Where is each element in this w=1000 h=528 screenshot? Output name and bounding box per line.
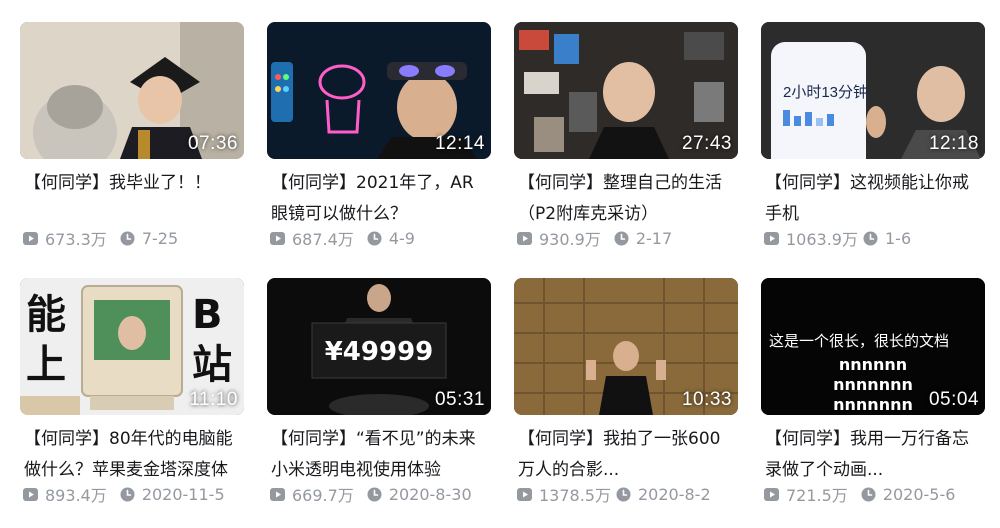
clock-icon bbox=[614, 231, 629, 245]
video-title[interactable]: 【何同学】我毕业了！！ bbox=[24, 168, 238, 199]
view-count: 673.3万 bbox=[45, 230, 107, 249]
video-title[interactable]: 【何同学】“看不见”的未来小米透明电视使用体验 bbox=[271, 424, 485, 486]
video-thumbnail[interactable]: 2小时13分钟 12:18 bbox=[761, 22, 985, 159]
duration-label: 07:36 bbox=[187, 133, 238, 154]
thumb-doc-text: 这是一个很长，很长的文档 bbox=[769, 332, 949, 350]
video-thumbnail[interactable]: 07:36 bbox=[20, 22, 244, 159]
duration-label: 05:31 bbox=[434, 389, 485, 410]
video-title[interactable]: 【何同学】这视频能让你戒手机 bbox=[765, 168, 979, 230]
video-thumbnail[interactable]: ¥49999 05:31 bbox=[267, 278, 491, 415]
clock-icon bbox=[367, 487, 382, 501]
publish-date: 7-25 bbox=[141, 228, 179, 248]
video-grid: 07:36 【何同学】我毕业了！！ 673.3万 7-25 12:14 【何同学… bbox=[0, 0, 1000, 521]
video-thumbnail[interactable]: 27:43 bbox=[514, 22, 738, 159]
clock-icon bbox=[367, 231, 382, 245]
video-meta: 669.7万 2020-8-30 bbox=[269, 482, 472, 506]
video-card[interactable]: 这是一个很长，很长的文档 nnnnnn nnnnnnn nnnnnnn 05:0… bbox=[761, 278, 985, 528]
thumb-big-char: 上 bbox=[26, 342, 66, 388]
video-meta: 687.4万 4-9 bbox=[269, 226, 415, 250]
duration-label: 12:18 bbox=[928, 133, 979, 154]
duration-label: 27:43 bbox=[681, 133, 732, 154]
video-card[interactable]: 12:14 【何同学】2021年了，AR眼镜可以做什么？ 687.4万 4-9 bbox=[267, 22, 491, 272]
video-meta: 930.9万 2-17 bbox=[516, 226, 672, 250]
view-count: 893.4万 bbox=[45, 486, 107, 505]
publish-date: 2020-11-5 bbox=[141, 484, 225, 504]
video-card[interactable]: 27:43 【何同学】整理自己的生活（P2附库克采访） 930.9万 2-17 bbox=[514, 22, 738, 272]
video-thumbnail[interactable]: 10:33 bbox=[514, 278, 738, 415]
view-count: 1063.9万 bbox=[786, 230, 858, 249]
thumb-price-text: ¥49999 bbox=[325, 337, 434, 367]
video-card[interactable]: 2小时13分钟 12:18 【何同学】这视频能让你戒手机 1063.9万 1-6 bbox=[761, 22, 985, 272]
play-count-icon bbox=[270, 231, 285, 245]
video-meta: 1378.5万 2020-8-2 bbox=[516, 482, 711, 506]
video-meta: 721.5万 2020-5-6 bbox=[763, 482, 955, 506]
view-count: 930.9万 bbox=[539, 230, 601, 249]
thumb-big-char: 站 bbox=[192, 342, 232, 388]
video-thumbnail[interactable]: 12:14 bbox=[267, 22, 491, 159]
video-title[interactable]: 【何同学】我用一万行备忘录做了个动画... bbox=[765, 424, 979, 486]
play-count-icon bbox=[23, 231, 38, 245]
video-title[interactable]: 【何同学】80年代的电脑能做什么？苹果麦金塔深度体验 bbox=[24, 424, 238, 486]
clock-icon bbox=[861, 487, 876, 501]
thumb-doc-text: nnnnnnn bbox=[833, 395, 913, 414]
video-card[interactable]: ¥49999 05:31 【何同学】“看不见”的未来小米透明电视使用体验 669… bbox=[267, 278, 491, 528]
play-count-icon bbox=[764, 487, 779, 501]
duration-label: 12:14 bbox=[434, 133, 485, 154]
screen-time-text: 2小时13分钟 bbox=[783, 84, 868, 101]
publish-date: 1-6 bbox=[885, 228, 912, 248]
clock-icon bbox=[616, 487, 631, 501]
play-count-icon bbox=[764, 231, 779, 245]
video-meta: 893.4万 2020-11-5 bbox=[22, 482, 225, 506]
play-count-icon bbox=[517, 487, 532, 501]
thumb-doc-text: nnnnnnn bbox=[833, 375, 913, 394]
clock-icon bbox=[120, 231, 135, 245]
publish-date: 2020-8-2 bbox=[638, 484, 711, 504]
video-thumbnail[interactable]: 能 上 B 站 11:10 bbox=[20, 278, 244, 415]
publish-date: 2020-8-30 bbox=[388, 484, 472, 504]
publish-date: 2020-5-6 bbox=[882, 484, 956, 504]
video-card[interactable]: 10:33 【何同学】我拍了一张600万人的合影... 1378.5万 2020… bbox=[514, 278, 738, 528]
view-count: 669.7万 bbox=[292, 486, 354, 505]
thumb-big-char: 能 bbox=[26, 292, 66, 338]
duration-label: 11:10 bbox=[189, 389, 238, 410]
publish-date: 2-17 bbox=[635, 228, 673, 248]
video-card[interactable]: 能 上 B 站 11:10 【何同学】80年代的电脑能做什么？苹果麦金塔深度体验… bbox=[20, 278, 244, 528]
play-count-icon bbox=[23, 487, 38, 501]
video-title[interactable]: 【何同学】我拍了一张600万人的合影... bbox=[518, 424, 732, 486]
view-count: 721.5万 bbox=[786, 486, 848, 505]
thumb-doc-text: nnnnnn bbox=[839, 355, 907, 374]
thumb-big-char: B bbox=[192, 292, 223, 338]
play-count-icon bbox=[270, 487, 285, 501]
duration-label: 05:04 bbox=[928, 389, 979, 410]
play-count-icon bbox=[517, 231, 532, 245]
video-thumbnail[interactable]: 这是一个很长，很长的文档 nnnnnn nnnnnnn nnnnnnn 05:0… bbox=[761, 278, 985, 415]
video-meta: 1063.9万 1-6 bbox=[763, 226, 911, 250]
publish-date: 4-9 bbox=[388, 228, 415, 248]
view-count: 1378.5万 bbox=[539, 486, 611, 505]
video-card[interactable]: 07:36 【何同学】我毕业了！！ 673.3万 7-25 bbox=[20, 22, 244, 272]
duration-label: 10:33 bbox=[681, 389, 732, 410]
video-title[interactable]: 【何同学】2021年了，AR眼镜可以做什么？ bbox=[271, 168, 485, 230]
clock-icon bbox=[863, 231, 878, 245]
video-meta: 673.3万 7-25 bbox=[22, 226, 178, 250]
video-title[interactable]: 【何同学】整理自己的生活（P2附库克采访） bbox=[518, 168, 732, 230]
view-count: 687.4万 bbox=[292, 230, 354, 249]
clock-icon bbox=[120, 487, 135, 501]
